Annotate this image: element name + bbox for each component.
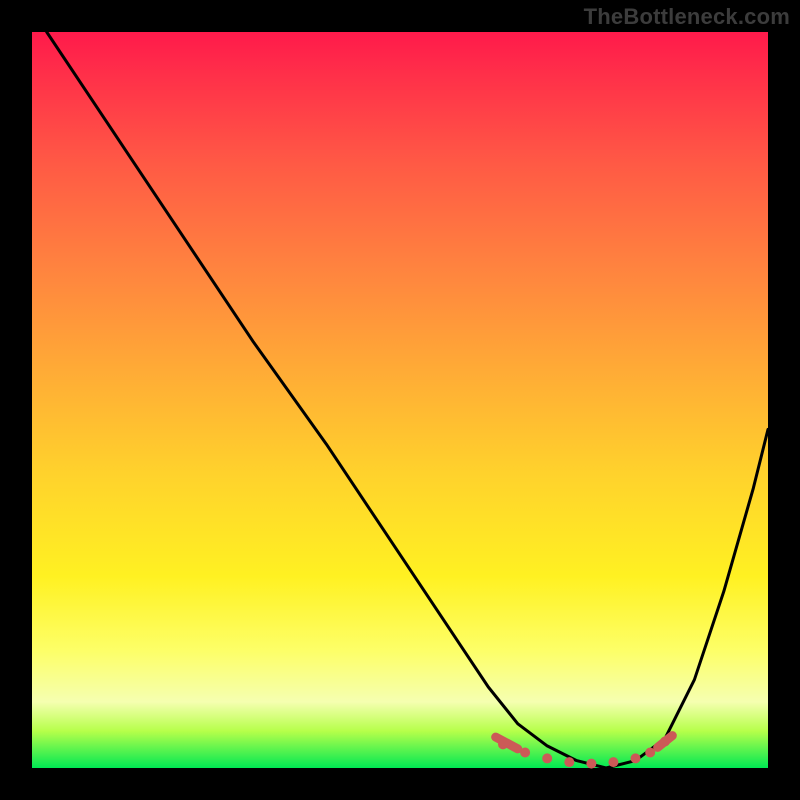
watermark-label: TheBottleneck.com bbox=[584, 4, 790, 30]
trough-dot bbox=[631, 753, 641, 763]
bottleneck-curve-line bbox=[47, 32, 768, 768]
chart-frame: TheBottleneck.com bbox=[0, 0, 800, 800]
gradient-plot-area bbox=[32, 32, 768, 768]
trough-dot bbox=[586, 759, 596, 769]
bottleneck-curve-svg bbox=[32, 32, 768, 768]
trough-dot bbox=[542, 753, 552, 763]
trough-dot bbox=[564, 757, 574, 767]
trough-dash bbox=[658, 736, 673, 748]
trough-dot bbox=[608, 757, 618, 767]
